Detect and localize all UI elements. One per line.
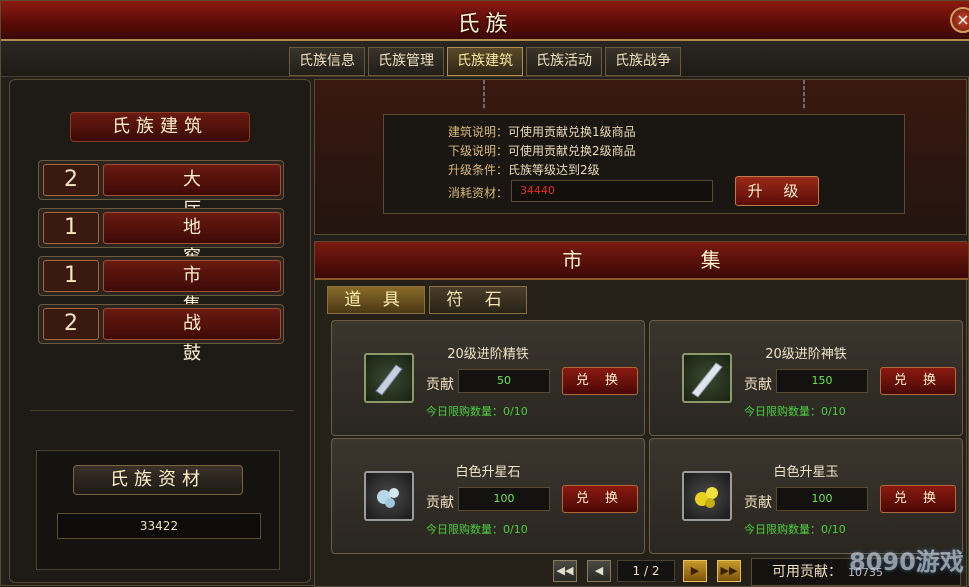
cost-value: 50: [458, 369, 550, 393]
chain-decoration: [483, 80, 485, 110]
tab-clan-buildings[interactable]: 氏族建筑: [447, 47, 523, 76]
cost-label: 贡献: [426, 377, 454, 393]
window-title: 氏族: [457, 12, 514, 37]
cost-value: 100: [776, 487, 868, 511]
exchange-button[interactable]: 兑 换: [880, 485, 956, 513]
building-item-cellar[interactable]: 1 地 窖: [38, 208, 284, 268]
daily-limit: 今日限购数量：0/10: [426, 405, 528, 418]
prev-page-button[interactable]: ◀: [587, 560, 611, 582]
divine-iron-icon[interactable]: [682, 353, 732, 403]
market-title: 市 集: [315, 242, 968, 280]
market-item-card: 白色升星石 贡献 100 兑 换 今日限购数量：0/10: [331, 438, 645, 554]
building-item-drum[interactable]: 2 战 鼓: [38, 304, 284, 364]
subtab-items[interactable]: 道 具: [327, 286, 425, 314]
star-jade-icon[interactable]: [682, 471, 732, 521]
building-level: 1: [43, 212, 99, 244]
cost-field: 34440: [511, 180, 713, 202]
tab-clan-activities[interactable]: 氏族活动: [526, 47, 602, 76]
page-indicator: 1 / 2: [617, 560, 675, 582]
first-page-button[interactable]: ◀◀: [553, 560, 577, 582]
daily-limit: 今日限购数量：0/10: [744, 405, 846, 418]
close-button[interactable]: ×: [950, 7, 969, 33]
materials-value: 33422: [57, 513, 261, 539]
last-page-button[interactable]: ▶▶: [717, 560, 741, 582]
info-line: 建筑说明：可使用贡献兑换1级商品: [448, 125, 636, 139]
next-page-button[interactable]: ▶: [683, 560, 707, 582]
cost-label: 贡献: [744, 377, 772, 393]
iron-bar-icon[interactable]: [364, 353, 414, 403]
materials-title: 氏族资材: [73, 465, 243, 495]
market-item-card: 20级进阶精铁 贡献 50 兑 换 今日限购数量：0/10: [331, 320, 645, 436]
building-name: 市 集: [103, 260, 281, 316]
exchange-button[interactable]: 兑 换: [562, 367, 638, 395]
chain-decoration: [803, 80, 805, 110]
daily-limit: 今日限购数量：0/10: [426, 523, 528, 536]
upgrade-button[interactable]: 升 级: [735, 176, 819, 206]
building-panel: 氏族建筑 2 大 厅 1 地 窖 1 市 集 2 战 鼓 氏族资材 33422: [9, 79, 311, 583]
cost-label: 贡献: [426, 495, 454, 511]
building-name: 大 厅: [103, 164, 281, 220]
market-panel: 市 集 道 具 符 石 20级进阶精铁 贡献 50 兑 换 今日限购数量：0/1…: [314, 241, 968, 587]
subtab-runes[interactable]: 符 石: [429, 286, 527, 314]
title-bar: 氏族 ×: [1, 1, 969, 41]
cost-value: 100: [458, 487, 550, 511]
building-item-hall[interactable]: 2 大 厅: [38, 160, 284, 220]
cost-label: 消耗资材：: [448, 186, 509, 200]
building-level: 1: [43, 260, 99, 292]
cost-value: 150: [776, 369, 868, 393]
building-name: 地 窖: [103, 212, 281, 268]
daily-limit: 今日限购数量：0/10: [744, 523, 846, 536]
info-line: 下级说明：可使用贡献兑换2级商品: [448, 144, 636, 158]
market-item-card: 20级进阶神铁 贡献 150 兑 换 今日限购数量：0/10: [649, 320, 963, 436]
clan-window: 氏族 × 氏族信息 氏族管理 氏族建筑 氏族活动 氏族战争 氏族建筑 2 大 厅…: [0, 0, 969, 587]
site-logo: 8090游戏: [849, 548, 964, 576]
tab-clan-info[interactable]: 氏族信息: [289, 47, 365, 76]
clan-materials-box: 氏族资材 33422: [36, 450, 280, 570]
building-info-panel: 建筑说明：可使用贡献兑换1级商品 下级说明：可使用贡献兑换2级商品 升级条件：氏…: [314, 79, 967, 235]
tab-clan-war[interactable]: 氏族战争: [605, 47, 681, 76]
building-name: 战 鼓: [103, 308, 281, 364]
building-item-market[interactable]: 1 市 集: [38, 256, 284, 316]
market-item-card: 白色升星玉 贡献 100 兑 换 今日限购数量：0/10: [649, 438, 963, 554]
cost-label: 贡献: [744, 495, 772, 511]
building-level: 2: [43, 308, 99, 340]
tab-clan-manage[interactable]: 氏族管理: [368, 47, 444, 76]
exchange-button[interactable]: 兑 换: [562, 485, 638, 513]
building-level: 2: [43, 164, 99, 196]
tab-bar: 氏族信息 氏族管理 氏族建筑 氏族活动 氏族战争: [1, 41, 969, 77]
exchange-button[interactable]: 兑 换: [880, 367, 956, 395]
star-stone-icon[interactable]: [364, 471, 414, 521]
building-header: 氏族建筑: [70, 112, 250, 142]
divider: [30, 410, 294, 411]
info-line: 升级条件：氏族等级达到2级: [448, 163, 600, 177]
